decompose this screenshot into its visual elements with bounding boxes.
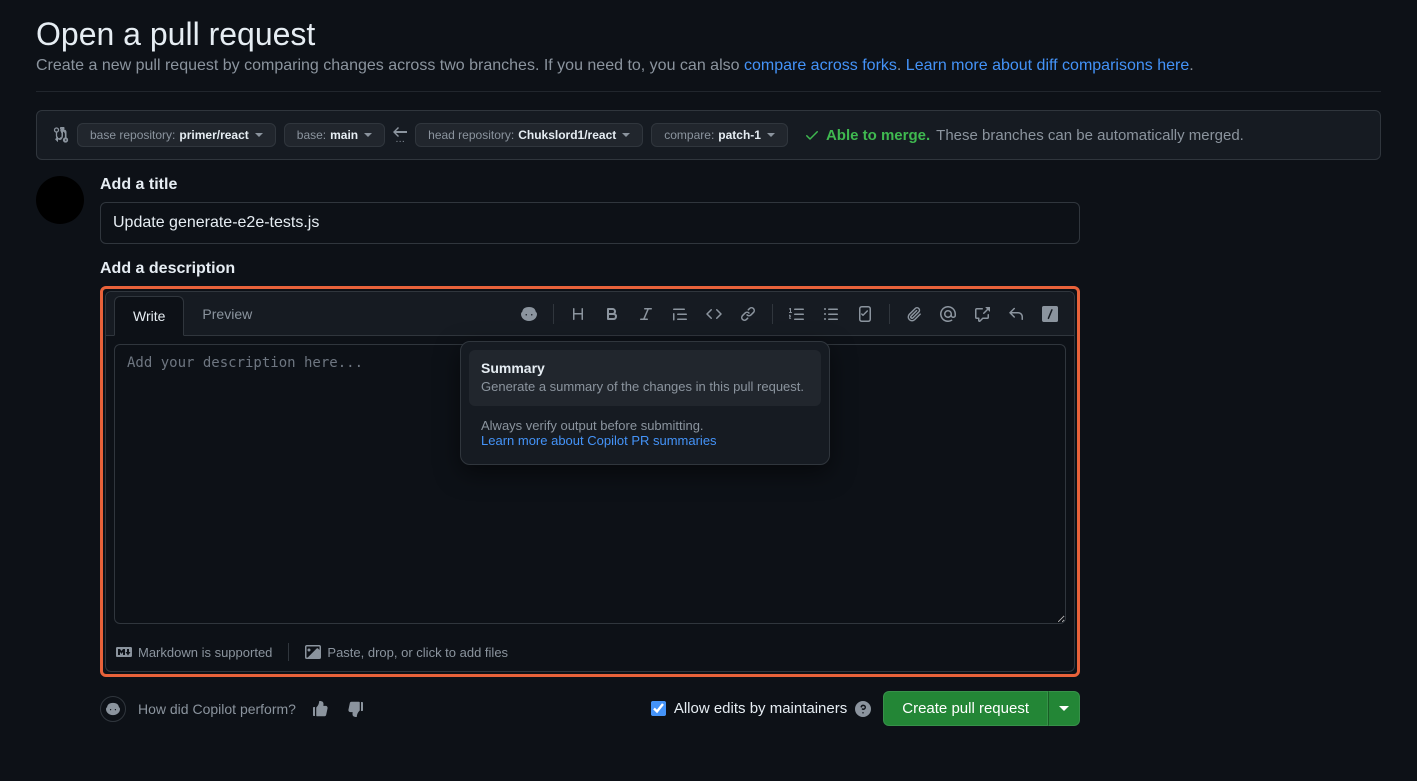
popup-note: Always verify output before submitting. … [469, 406, 821, 456]
subtitle-mid: . [897, 57, 906, 74]
avatar [36, 176, 84, 224]
thumbs-up-icon [312, 701, 328, 717]
title-label: Add a title [100, 176, 1080, 194]
create-pr-group: Create pull request [883, 691, 1080, 726]
merge-desc-text: These branches can be automatically merg… [936, 127, 1244, 144]
base-repo-label: base repository: [90, 128, 175, 142]
editor-tab-row: Write Preview [106, 292, 1074, 336]
copilot-feedback-label: How did Copilot perform? [138, 701, 296, 717]
create-pr-button[interactable]: Create pull request [883, 691, 1048, 726]
editor-footer: Markdown is supported Paste, drop, or cl… [106, 635, 1074, 671]
copilot-popup: Summary Generate a summary of the change… [460, 341, 830, 465]
code-icon[interactable] [698, 298, 730, 330]
cross-reference-icon[interactable] [966, 298, 998, 330]
page-title: Open a pull request [36, 16, 1381, 53]
compare-value: patch-1 [718, 128, 761, 142]
editor-toolbar [513, 298, 1066, 330]
merge-able-text: Able to merge. [826, 127, 930, 144]
base-label: base: [297, 128, 326, 142]
head-repo-selector[interactable]: head repository: Chukslord1/react [415, 123, 643, 147]
compare-forks-link[interactable]: compare across forks [744, 57, 897, 74]
bold-icon[interactable] [596, 298, 628, 330]
git-compare-icon [53, 127, 69, 143]
editor-tabs: Write Preview [114, 292, 270, 335]
task-list-icon[interactable] [849, 298, 881, 330]
ordered-list-icon[interactable] [781, 298, 813, 330]
mention-icon[interactable] [932, 298, 964, 330]
question-icon[interactable] [855, 701, 871, 717]
thumbs-up-button[interactable] [308, 697, 332, 721]
head-repo-label: head repository: [428, 128, 514, 142]
page-subtitle: Create a new pull request by comparing c… [36, 57, 1381, 75]
compare-label: compare: [664, 128, 714, 142]
markdown-hint[interactable]: Markdown is supported [116, 644, 272, 660]
compare-box: base repository: primer/react base: main… [36, 110, 1381, 160]
chevron-down-icon [364, 133, 372, 138]
toolbar-separator [889, 304, 890, 324]
paste-hint[interactable]: Paste, drop, or click to add files [305, 644, 508, 660]
paste-hint-text: Paste, drop, or click to add files [327, 645, 508, 660]
popup-title: Summary [481, 360, 809, 376]
quote-icon[interactable] [664, 298, 696, 330]
create-pr-dropdown[interactable] [1048, 691, 1080, 726]
chevron-down-icon [1059, 706, 1069, 712]
footer-separator [288, 643, 289, 661]
attachment-icon[interactable] [898, 298, 930, 330]
thumbs-down-button[interactable] [344, 697, 368, 721]
merge-status: Able to merge. These branches can be aut… [804, 127, 1244, 144]
subtitle-end: . [1189, 57, 1193, 74]
markdown-hint-text: Markdown is supported [138, 645, 272, 660]
chevron-down-icon [622, 133, 630, 138]
link-icon[interactable] [732, 298, 764, 330]
chevron-down-icon [255, 133, 263, 138]
copilot-badge-icon [100, 696, 126, 722]
allow-edits-input[interactable] [651, 701, 666, 716]
slash-commands-icon[interactable] [1034, 298, 1066, 330]
chevron-down-icon [767, 133, 775, 138]
base-value: main [330, 128, 358, 142]
base-repo-selector[interactable]: base repository: primer/react [77, 123, 276, 147]
tab-write[interactable]: Write [114, 296, 184, 336]
copilot-summary-option[interactable]: Summary Generate a summary of the change… [469, 350, 821, 406]
copilot-icon[interactable] [513, 298, 545, 330]
arrow-left-icon: … [393, 127, 407, 143]
base-repo-value: primer/react [179, 128, 248, 142]
learn-diff-link[interactable]: Learn more about diff comparisons here [906, 57, 1189, 74]
popup-learn-link[interactable]: Learn more about Copilot PR summaries [481, 433, 809, 448]
description-label: Add a description [100, 260, 1080, 278]
reply-icon[interactable] [1000, 298, 1032, 330]
italic-icon[interactable] [630, 298, 662, 330]
thumbs-down-icon [348, 701, 364, 717]
check-icon [804, 127, 820, 143]
popup-desc: Generate a summary of the changes in thi… [481, 378, 809, 396]
allow-edits-checkbox[interactable]: Allow edits by maintainers [651, 700, 871, 717]
description-highlight: Write Preview [100, 286, 1080, 677]
title-input[interactable] [100, 202, 1080, 244]
toolbar-separator [772, 304, 773, 324]
popup-note-text: Always verify output before submitting. [481, 418, 704, 433]
base-branch-selector[interactable]: base: main [284, 123, 385, 147]
unordered-list-icon[interactable] [815, 298, 847, 330]
allow-edits-label: Allow edits by maintainers [674, 700, 847, 717]
compare-branch-selector[interactable]: compare: patch-1 [651, 123, 788, 147]
tab-preview[interactable]: Preview [184, 292, 270, 335]
head-repo-value: Chukslord1/react [518, 128, 616, 142]
toolbar-separator [553, 304, 554, 324]
markdown-icon [116, 644, 132, 660]
subtitle-text: Create a new pull request by comparing c… [36, 57, 744, 74]
image-icon [305, 644, 321, 660]
form-bottom-row: How did Copilot perform? Allow edits by … [100, 691, 1080, 726]
divider [36, 91, 1381, 92]
heading-icon[interactable] [562, 298, 594, 330]
